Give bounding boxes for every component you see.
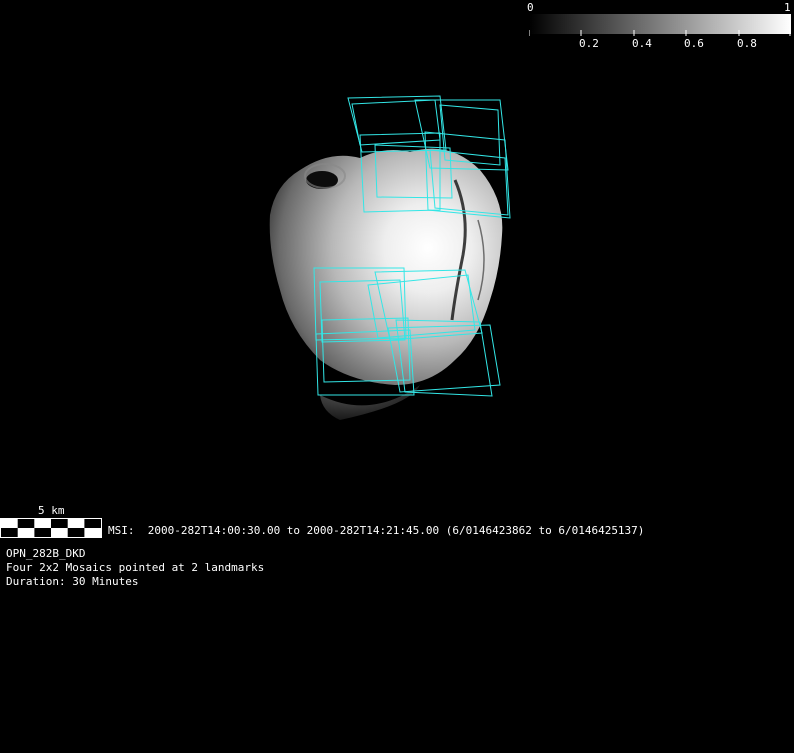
colorbar-tick-label: 0.6: [684, 37, 704, 50]
colorbar-tick-label: 0.4: [632, 37, 652, 50]
scale-bar: 5 km: [0, 504, 104, 538]
grayscale-colorbar: 0 1 0.2 0.4 0.6 0.8: [526, 0, 794, 54]
observation-duration: Duration: 30 Minutes: [6, 575, 139, 588]
colorbar-tick-label: 0.8: [737, 37, 757, 50]
colorbar-tick-label: 0.2: [579, 37, 599, 50]
observation-id: OPN_282B_DKD: [6, 547, 86, 560]
asteroid-body: [269, 148, 503, 385]
scale-bar-label: 5 km: [38, 504, 65, 517]
scale-bar-checker: [0, 518, 102, 538]
observation-description: Four 2x2 Mosaics pointed at 2 landmarks: [6, 561, 265, 574]
footprint-outline: [351, 99, 441, 146]
observation-info: OPN_282B_DKD Four 2x2 Mosaics pointed at…: [6, 547, 264, 589]
footprint-outline: [347, 95, 447, 153]
colorbar-min-label: 0: [527, 1, 534, 14]
colorbar-ticks: [529, 30, 791, 36]
colorbar-max-label: 1: [784, 1, 791, 14]
asteroid-scene: [269, 95, 511, 420]
time-range-text: MSI: 2000-282T14:00:30.00 to 2000-282T14…: [108, 524, 645, 537]
